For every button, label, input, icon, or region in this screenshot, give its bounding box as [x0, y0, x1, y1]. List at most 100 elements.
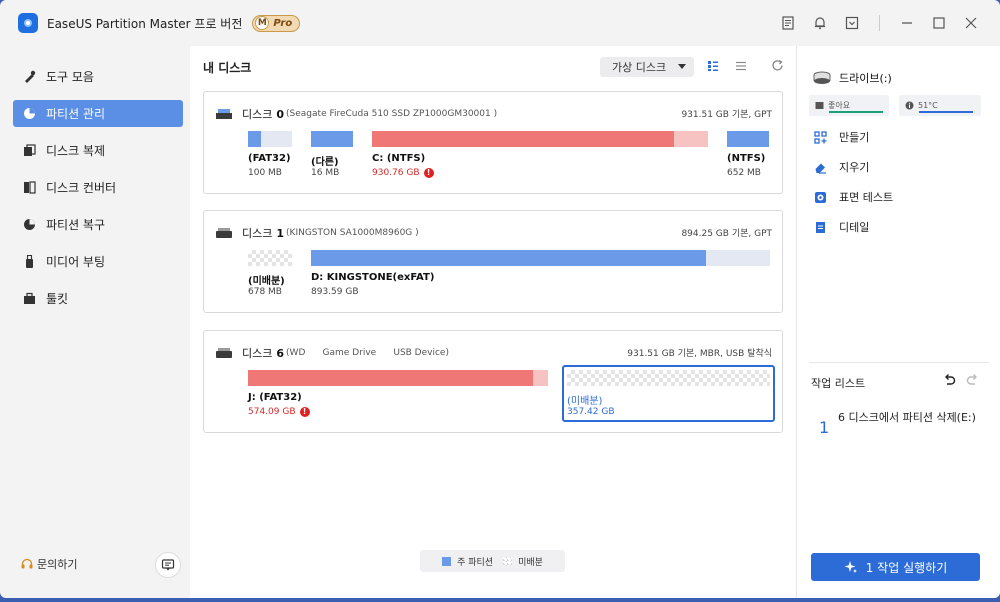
partition-size: 930.76 GB — [372, 168, 420, 178]
titlebar-divider — [879, 15, 880, 31]
sidebar-item-partition-manager[interactable]: 파티션 관리 — [13, 100, 183, 127]
close-icon[interactable] — [962, 14, 980, 32]
convert-icon — [22, 181, 36, 195]
operation-number: 1 — [819, 418, 830, 437]
partition-bar — [311, 250, 770, 266]
right-panel: 드라이브(:) 좋아요 51°C 만들기 지우기 표면 테스트 디테일 작업 리… — [796, 46, 1000, 598]
panel-divider — [809, 362, 989, 363]
partition-bar-fill — [311, 131, 353, 147]
temperature-label: 51°C — [918, 101, 938, 110]
partition-size-warning: 574.09 GB! — [248, 407, 310, 417]
partition-bar — [372, 131, 708, 147]
partition-size: 357.42 GB — [567, 407, 615, 417]
execute-operations-button[interactable]: 1 작업 실행하기 — [811, 553, 980, 581]
partition-label: (다른) — [311, 157, 339, 168]
feedback-icon[interactable] — [779, 14, 797, 32]
bell-icon[interactable] — [811, 14, 829, 32]
partition-label: (FAT32) — [248, 153, 291, 164]
clone-icon — [22, 144, 36, 158]
sidebar-item-toolbox[interactable]: 도구 모음 — [13, 63, 183, 90]
minimize-icon[interactable] — [898, 14, 916, 32]
warning-icon: ! — [423, 168, 434, 178]
redo-icon[interactable] — [966, 373, 979, 386]
partition-bar-unallocated — [567, 370, 770, 386]
disk-card-6[interactable]: 디스크 6 (WD Game Drive USB Device) 931.51 … — [203, 330, 783, 433]
partition-label: (미배분) — [567, 396, 603, 407]
surface-test-action[interactable]: 표면 테스트 — [813, 189, 893, 205]
partition-size: 893.59 GB — [311, 287, 359, 297]
disk-number: 0 — [276, 107, 285, 121]
partition-size: 652 MB — [727, 168, 761, 178]
partition-size: 678 MB — [248, 287, 282, 297]
wipe-action[interactable]: 지우기 — [813, 159, 869, 175]
details-label: 디테일 — [839, 221, 870, 234]
contact-us-link[interactable]: 문의하기 — [20, 556, 77, 572]
partition-bar — [311, 131, 353, 147]
refresh-icon[interactable] — [771, 59, 784, 72]
recover-icon — [22, 218, 36, 232]
partition-size-warning: 930.76 GB! — [372, 168, 434, 178]
partition-size: 574.09 GB — [248, 407, 296, 417]
operations-title: 작업 리스트 — [811, 377, 866, 390]
health-label: 좋아요 — [828, 101, 851, 110]
operation-item[interactable]: 6 디스크에서 파티션 삭제(E:) — [838, 410, 978, 426]
sidebar-item-label: 파티션 복구 — [46, 218, 106, 232]
partition-bar-unallocated — [248, 250, 292, 266]
sidebar: 도구 모음 파티션 관리 디스크 복제 디스크 컨버터 파티션 복구 미디어 부… — [0, 46, 190, 598]
maximize-icon[interactable] — [930, 14, 948, 32]
list-view-icon[interactable] — [735, 60, 747, 72]
pro-badge[interactable]: M Pro — [252, 14, 301, 32]
partition-fat32[interactable]: (FAT32) 100 MB — [248, 131, 292, 181]
sidebar-item-disk-clone[interactable]: 디스크 복제 — [13, 137, 183, 164]
grid-view-icon[interactable] — [707, 60, 719, 72]
disk-name: 디스크 — [242, 108, 273, 121]
sidebar-item-label: 도구 모음 — [46, 70, 94, 84]
drive-label: 드라이브(:) — [839, 72, 892, 85]
sidebar-item-disk-converter[interactable]: 디스크 컨버터 — [13, 174, 183, 201]
partition-j-fat32[interactable]: J: (FAT32) 574.09 GB! — [248, 370, 548, 420]
app-window: EaseUS Partition Master 프로 버전 M Pro 도구 모… — [0, 0, 1000, 598]
create-icon — [813, 130, 827, 144]
hard-disk-icon — [216, 228, 232, 238]
sparkle-icon — [844, 560, 858, 574]
partition-unallocated-selected[interactable]: (미배분) 357.42 GB — [562, 365, 775, 422]
partition-c-ntfs[interactable]: C: (NTFS) 930.76 GB! — [372, 131, 708, 181]
create-label: 만들기 — [839, 131, 870, 144]
create-action[interactable]: 만들기 — [813, 129, 869, 145]
pro-badge-m: M — [255, 16, 270, 30]
details-action[interactable]: 디테일 — [813, 219, 869, 235]
partition-bar — [727, 131, 769, 147]
sidebar-item-toolkit[interactable]: 툴킷 — [13, 285, 183, 312]
toolkit-icon — [22, 292, 36, 306]
disk-model: (WD Game Drive USB Device) — [286, 348, 449, 358]
disk-health-icon — [815, 101, 824, 110]
disk-info: 931.51 GB 기본, MBR, USB 탈착식 — [627, 349, 772, 359]
partition-bar-fill — [311, 250, 706, 266]
sidebar-item-bootable-media[interactable]: 미디어 부팅 — [13, 248, 183, 275]
legend-swatch-unallocated — [503, 556, 513, 566]
page-title: 내 디스크 — [203, 61, 252, 75]
partition-unallocated[interactable]: (미배분) 678 MB — [248, 250, 292, 300]
health-bar — [829, 111, 883, 113]
download-icon[interactable] — [843, 14, 861, 32]
chat-button[interactable] — [155, 552, 181, 578]
disk-card-0[interactable]: 디스크 0 (Seagate FireCuda 510 SSD ZP1000GM… — [203, 91, 783, 194]
sidebar-item-partition-recovery[interactable]: 파티션 복구 — [13, 211, 183, 238]
hard-disk-icon — [216, 109, 232, 119]
partition-ntfs-recovery[interactable]: (NTFS) 652 MB — [727, 131, 769, 181]
temperature-card[interactable]: 51°C — [899, 95, 981, 116]
sidebar-item-label: 툴킷 — [46, 292, 69, 306]
legend-swatch-primary — [442, 556, 452, 566]
disk-card-1[interactable]: 디스크 1 (KINGSTON SA1000M8960G ) 894.25 GB… — [203, 210, 783, 313]
partition-d-kingstone[interactable]: D: KINGSTONE(exFAT) 893.59 GB — [311, 250, 770, 300]
partition-other[interactable]: (다른) 16 MB — [311, 131, 353, 181]
sidebar-item-label: 디스크 복제 — [46, 144, 106, 158]
usb-icon — [22, 255, 36, 269]
health-card[interactable]: 좋아요 — [809, 95, 889, 116]
virtual-disk-dropdown[interactable]: 가상 디스크 — [600, 57, 694, 77]
legend-primary-label: 주 파티션 — [457, 557, 494, 568]
partition-label: (NTFS) — [727, 153, 766, 164]
partition-label: D: KINGSTONE(exFAT) — [311, 272, 435, 283]
undo-icon[interactable] — [943, 373, 956, 386]
legend-primary: 주 파티션 — [442, 555, 493, 568]
